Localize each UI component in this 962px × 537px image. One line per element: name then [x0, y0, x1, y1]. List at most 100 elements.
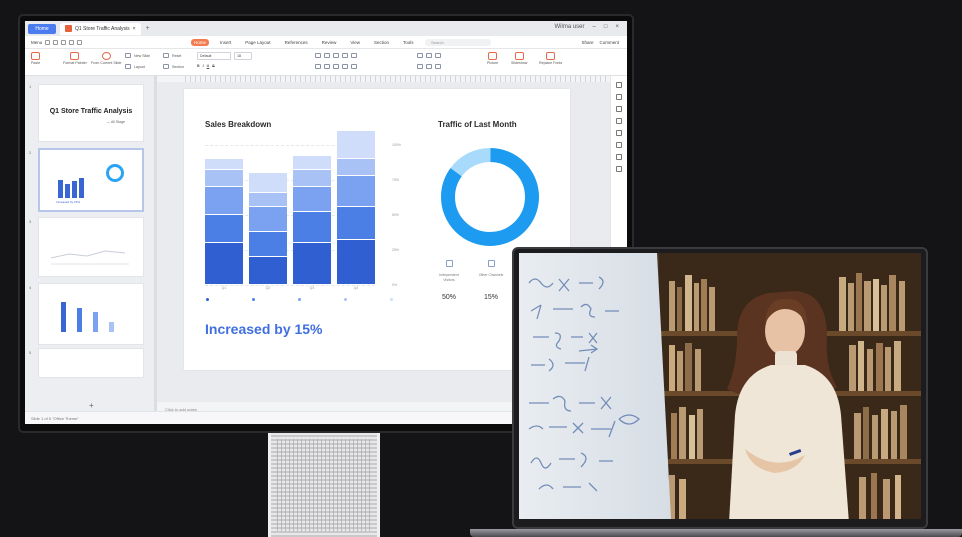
tab-home[interactable]: Home	[191, 38, 210, 46]
laptop	[512, 247, 928, 529]
align-left-icon[interactable]	[315, 64, 321, 69]
fill-icon[interactable]	[417, 64, 423, 69]
bullets-icon[interactable]	[315, 53, 321, 58]
transition-icon[interactable]	[616, 154, 622, 160]
thumbnail-number: 2	[29, 150, 32, 155]
tab-page-layout[interactable]: Page Layout	[242, 39, 273, 46]
tab-tools[interactable]: Tools	[400, 39, 417, 46]
legend-dot	[252, 298, 255, 301]
paste-button[interactable]: Paste	[31, 52, 40, 65]
maximize-icon[interactable]: □	[604, 24, 608, 30]
save-icon[interactable]	[45, 39, 51, 45]
close-tab-icon[interactable]: ×	[133, 26, 136, 32]
tab-insert[interactable]: Insert	[217, 39, 234, 46]
layout-button[interactable]: Layout	[125, 64, 145, 69]
font-name-select[interactable]: Default	[197, 52, 231, 60]
bold-button[interactable]: B	[197, 64, 200, 68]
new-tab-icon[interactable]: +	[146, 25, 150, 32]
tab-review[interactable]: Review	[319, 39, 340, 46]
tab-section[interactable]: Section	[371, 39, 392, 46]
strike-button[interactable]: S	[212, 64, 214, 68]
shape-controls	[417, 53, 441, 58]
x-tick-label: Q3	[309, 286, 315, 290]
share-button[interactable]: Share	[581, 40, 593, 45]
columns-icon[interactable]	[351, 64, 357, 69]
thumbnail-bar	[93, 312, 98, 332]
format-painter-icon	[70, 52, 80, 60]
bar-segment-q1-1	[205, 243, 243, 284]
stat-value: 50%	[441, 294, 456, 301]
section-button[interactable]: Section	[163, 64, 184, 69]
slide-thumbnail-3[interactable]	[38, 217, 144, 277]
numbering-icon[interactable]	[324, 53, 330, 58]
redo-icon[interactable]	[77, 39, 83, 45]
justify-icon[interactable]	[342, 64, 348, 69]
align-center-icon[interactable]	[324, 64, 330, 69]
minimize-icon[interactable]: –	[593, 24, 596, 30]
bar-segment-q2-4	[249, 192, 287, 206]
bar-segment-q2-3	[249, 206, 287, 231]
tab-view[interactable]: View	[347, 39, 363, 46]
text-icon[interactable]	[616, 118, 622, 124]
main-menu-button[interactable]: Menu	[31, 40, 42, 45]
x-tick-label: Q1	[221, 286, 227, 290]
slide-thumbnail-5[interactable]	[38, 348, 144, 378]
section-icon	[163, 64, 169, 69]
sales-breakdown-title: Sales Breakdown	[205, 120, 272, 129]
new-slide-icon	[125, 53, 131, 58]
undo-icon[interactable]	[69, 39, 75, 45]
animation-icon[interactable]	[616, 142, 622, 148]
menu-bar: Menu Home Insert Page Layout References Revi…	[25, 36, 627, 49]
italic-button[interactable]: I	[203, 64, 204, 68]
stat-label: Independent Visitors	[439, 273, 459, 282]
indent-icon[interactable]	[333, 53, 339, 58]
x-tick-label: Q2	[265, 286, 271, 290]
replace-fonts-button[interactable]: Replace Fonts	[539, 52, 562, 65]
home-button[interactable]: Home	[28, 23, 56, 34]
select-icon[interactable]	[616, 94, 622, 100]
quick-styles-icon[interactable]	[435, 53, 441, 58]
tab-references[interactable]: References	[282, 39, 311, 46]
thumbnail-title: Q1 Store Traffic Analysis	[49, 108, 133, 115]
outline-icon[interactable]	[426, 64, 432, 69]
slide-thumbnail-2[interactable]: Increased by 15%	[38, 148, 144, 212]
underline-button[interactable]: U	[207, 64, 210, 68]
slide-thumbnail-1[interactable]: Q1 Store Traffic Analysis — All Stage	[38, 84, 144, 142]
close-window-icon[interactable]: ×	[615, 24, 619, 30]
export-pdf-icon[interactable]	[61, 39, 67, 45]
comment-button[interactable]: Comment	[599, 40, 619, 45]
x-tick-label: Q4	[353, 286, 359, 290]
bar-segment-q3-2	[293, 212, 331, 242]
pen-icon[interactable]	[616, 82, 622, 88]
format-painter-button[interactable]: Format Painter	[63, 52, 87, 65]
document-tab[interactable]: Q1 Store Traffic Analysis ×	[60, 22, 141, 35]
title-bar: Home Q1 Store Traffic Analysis × + Wilma…	[25, 21, 627, 36]
reset-icon	[163, 53, 169, 58]
shape-icon[interactable]	[616, 106, 622, 112]
line-spacing-icon[interactable]	[351, 53, 357, 58]
user-account[interactable]: Wilma user	[555, 24, 585, 30]
shapes-icon[interactable]	[417, 53, 423, 58]
new-slide-button[interactable]: New Slide	[125, 53, 150, 58]
print-icon[interactable]	[53, 39, 59, 45]
thumbnail-caption: Increased by 15%	[56, 200, 81, 204]
search-input[interactable]: Search	[425, 38, 491, 46]
picture-button[interactable]: Picture	[487, 52, 498, 65]
add-slide-icon[interactable]: +	[89, 401, 94, 410]
arrange-icon[interactable]	[426, 53, 432, 58]
reset-button[interactable]: Reset	[163, 53, 181, 58]
effects-icon[interactable]	[435, 64, 441, 69]
image-icon[interactable]	[616, 130, 622, 136]
settings-icon[interactable]	[616, 166, 622, 172]
laptop-base	[470, 529, 962, 537]
y-tick-label: 0%	[392, 283, 398, 287]
bar-segment-q2-5	[249, 173, 287, 192]
align-right-icon[interactable]	[333, 64, 339, 69]
slideshow-button[interactable]: Slideshow	[511, 52, 527, 65]
outdent-icon[interactable]	[342, 53, 348, 58]
slide-thumbnail-4[interactable]	[38, 283, 144, 345]
font-size-select[interactable]: 18	[234, 52, 252, 60]
from-current-slide-button[interactable]: From Current Slide	[91, 52, 121, 65]
legend-dot	[298, 298, 301, 301]
whiteboard	[519, 253, 671, 519]
